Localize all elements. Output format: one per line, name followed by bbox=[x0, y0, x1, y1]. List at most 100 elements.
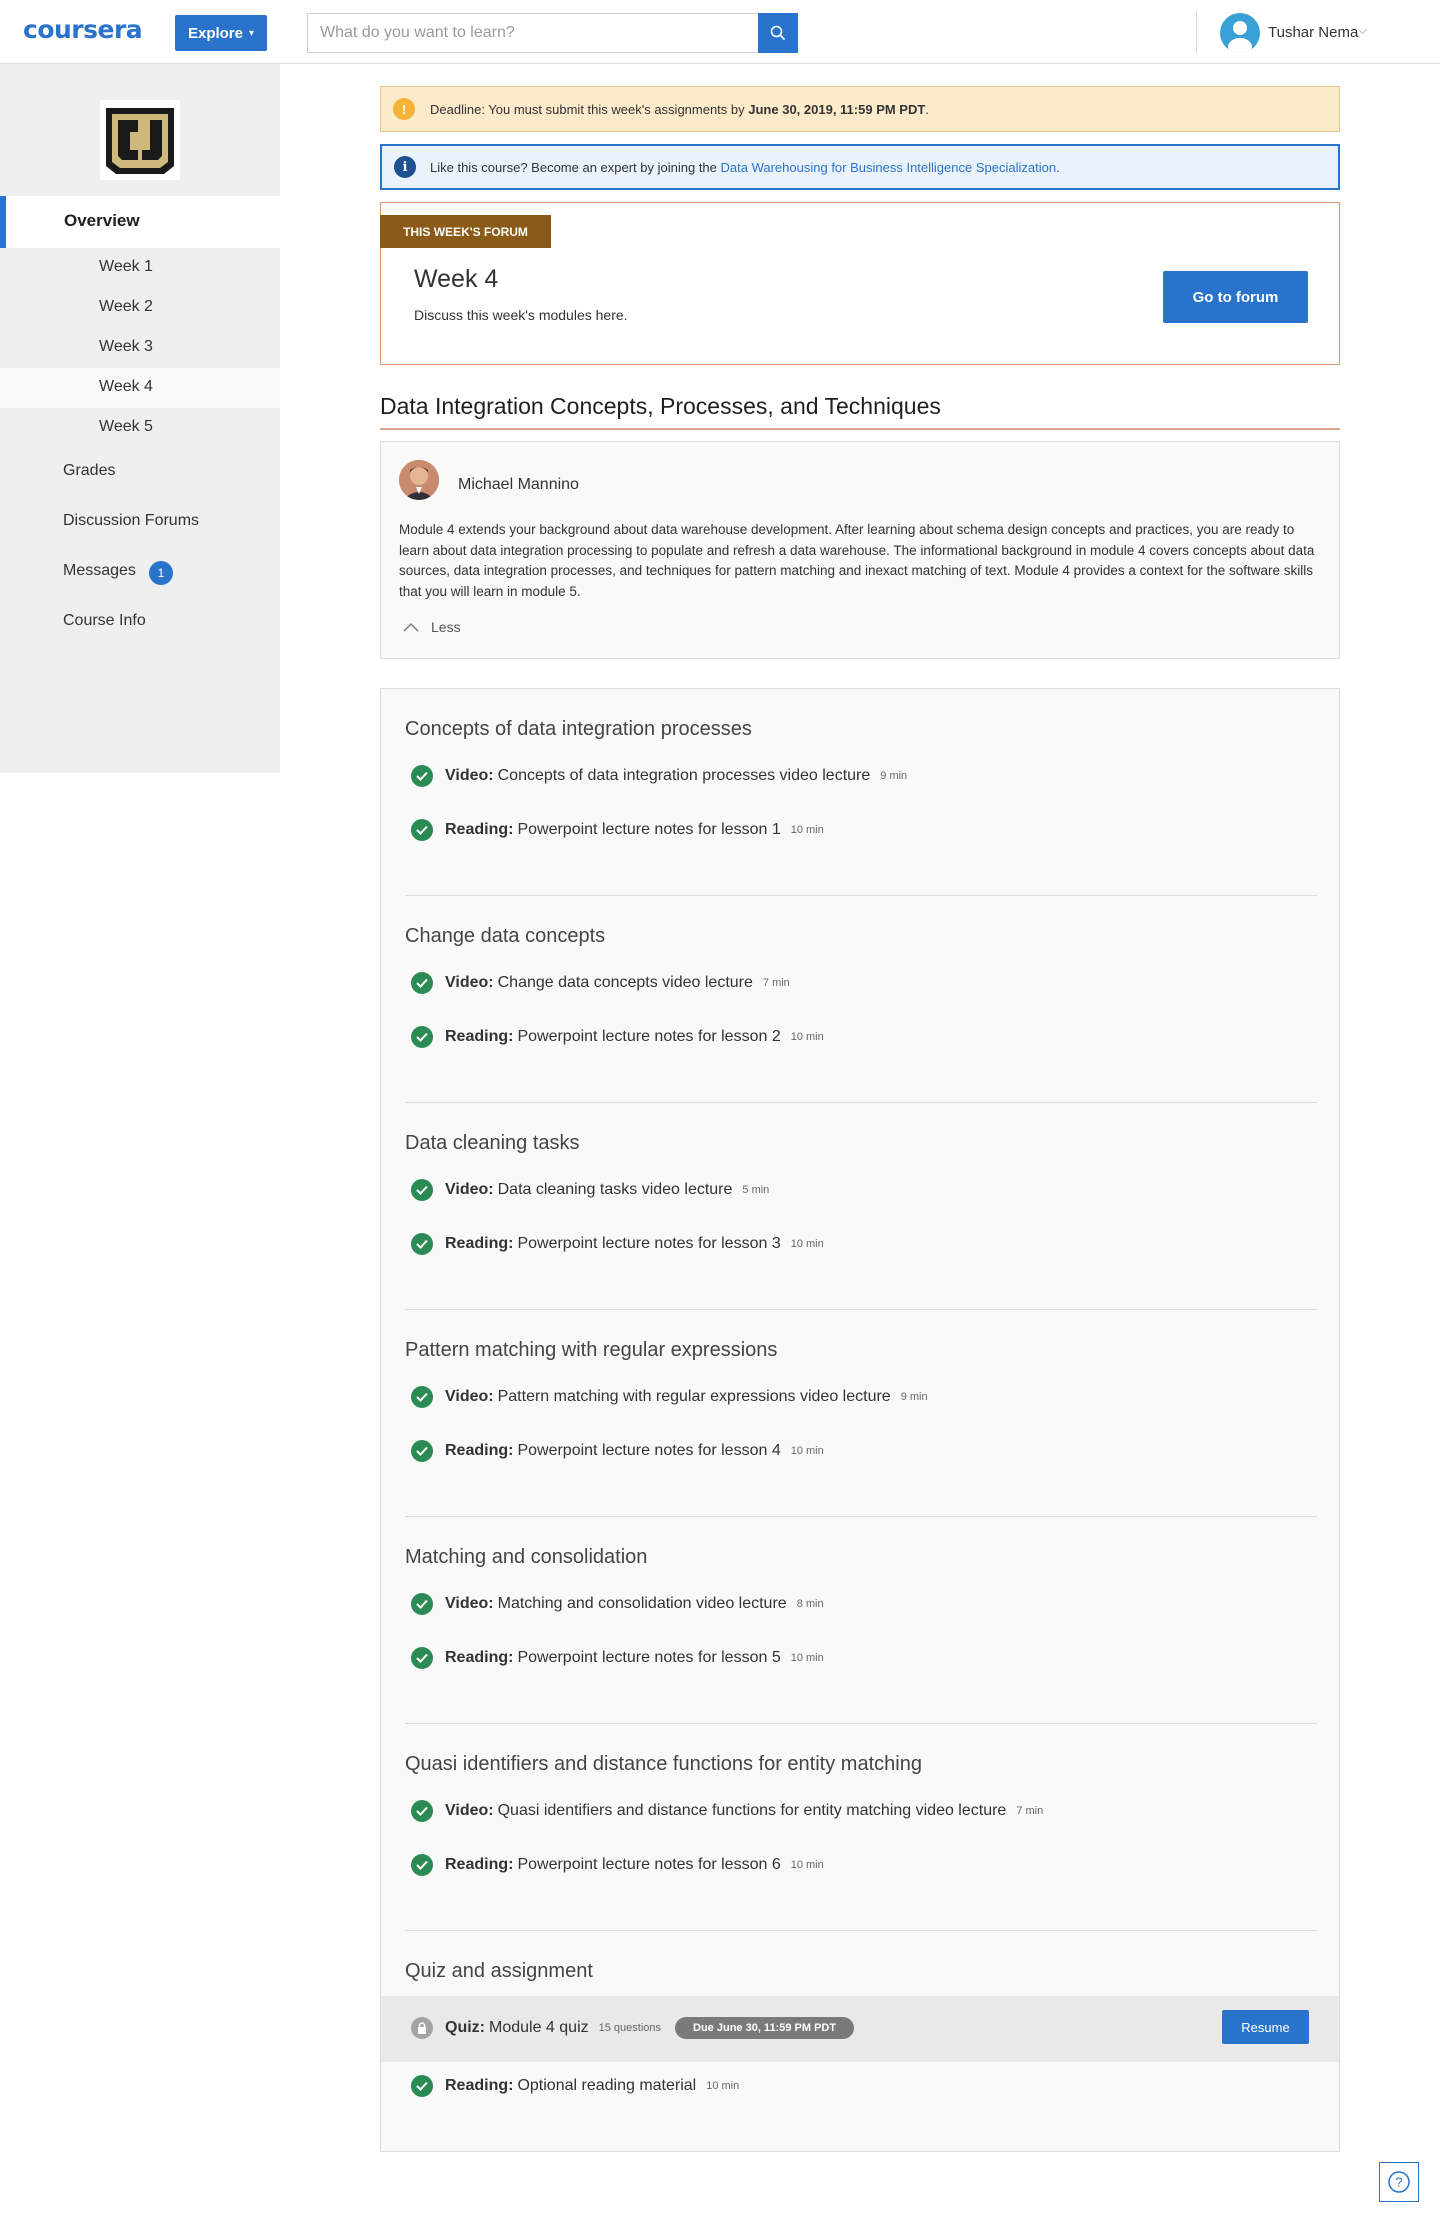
item-duration: 10 min bbox=[790, 1859, 824, 1871]
item-type: Reading: bbox=[445, 1649, 514, 1666]
user-icon bbox=[1228, 21, 1252, 53]
sidebar-item-week-5[interactable]: Week 5 bbox=[0, 408, 280, 448]
user-avatar[interactable] bbox=[1220, 13, 1260, 53]
item-duration: 10 min bbox=[706, 2080, 740, 2092]
info-text: Like this course? Become an expert by jo… bbox=[430, 160, 1060, 175]
specialization-banner: i Like this course? Become an expert by … bbox=[380, 144, 1340, 190]
warning-icon: ! bbox=[393, 98, 415, 120]
sidebar-item-messages[interactable]: Messages bbox=[63, 562, 136, 580]
chevron-up-icon bbox=[403, 623, 419, 632]
lesson-title: Quiz and assignment bbox=[405, 1960, 593, 1982]
quiz-item[interactable]: Quiz: Module 4 quiz 15 questions Due June … bbox=[411, 2017, 855, 2039]
explore-label: Explore bbox=[187, 24, 243, 42]
lesson-item[interactable]: Reading: Powerpoint lecture notes for les… bbox=[411, 819, 824, 841]
sidebar-item-overview[interactable]: Overview bbox=[0, 196, 280, 248]
search-button[interactable] bbox=[758, 13, 798, 53]
forum-tag: THIS WEEK'S FORUM bbox=[380, 215, 551, 248]
instructor-photo-icon bbox=[399, 460, 439, 500]
check-circle-icon bbox=[411, 1026, 433, 1048]
item-type: Reading: bbox=[445, 1028, 514, 1045]
show-less-button[interactable]: Less bbox=[403, 619, 461, 635]
course-sidebar: Overview Week 1 Week 2 Week 3 Week 4 Wee… bbox=[0, 64, 280, 773]
sidebar-item-week-2[interactable]: Week 2 bbox=[0, 288, 280, 328]
item-type: Reading: bbox=[445, 1856, 514, 1873]
quiz-question-count: 15 questions bbox=[598, 2022, 662, 2034]
lesson-item[interactable]: Video: Quasi identifiers and distance fun… bbox=[411, 1800, 1043, 1822]
search-input[interactable] bbox=[307, 13, 758, 53]
item-duration: 9 min bbox=[880, 770, 908, 782]
lesson-divider bbox=[405, 1930, 1317, 1931]
coursera-logo[interactable]: coursera bbox=[23, 15, 143, 44]
lesson-item[interactable]: Reading: Powerpoint lecture notes for les… bbox=[411, 1233, 824, 1255]
item-name: Powerpoint lecture notes for lesson 1 bbox=[517, 821, 781, 838]
messages-count-badge: 1 bbox=[149, 561, 173, 585]
help-button[interactable]: ? bbox=[1379, 2162, 1419, 2202]
search-icon bbox=[770, 25, 786, 41]
forum-title: Week 4 bbox=[414, 265, 499, 293]
instructor-name: Michael Mannino bbox=[458, 476, 579, 493]
module-description-card: Michael Mannino Module 4 extends your ba… bbox=[380, 441, 1340, 659]
resume-quiz-button[interactable]: Resume bbox=[1222, 2010, 1309, 2044]
info-suffix: . bbox=[1056, 159, 1060, 175]
sidebar-item-label: Week 5 bbox=[99, 418, 153, 435]
sidebar-item-week-3[interactable]: Week 3 bbox=[0, 328, 280, 368]
user-name[interactable]: Tushar Nema bbox=[1268, 24, 1358, 41]
sidebar-item-week-1[interactable]: Week 1 bbox=[0, 248, 280, 288]
quiz-row: Quiz: Module 4 quiz 15 questions Due June … bbox=[381, 1996, 1339, 2062]
lesson-item[interactable]: Video: Data cleaning tasks video lecture 5… bbox=[411, 1179, 769, 1201]
lesson-title: Change data concepts bbox=[405, 925, 606, 947]
item-name: Change data concepts video lecture bbox=[497, 974, 753, 991]
university-logo[interactable] bbox=[100, 100, 180, 180]
lesson-item[interactable]: Reading: Powerpoint lecture notes for les… bbox=[411, 1647, 824, 1669]
lock-icon bbox=[411, 2017, 433, 2039]
lesson-item[interactable]: Reading: Powerpoint lecture notes for les… bbox=[411, 1440, 824, 1462]
lessons-list: Concepts of data integration processes V… bbox=[380, 688, 1340, 2152]
sidebar-item-grades[interactable]: Grades bbox=[63, 462, 115, 480]
svg-text:?: ? bbox=[1395, 2175, 1402, 2190]
deadline-suffix: . bbox=[925, 101, 929, 117]
item-type: Reading: bbox=[445, 1235, 514, 1252]
lesson-title: Quasi identifiers and distance functions… bbox=[405, 1753, 922, 1775]
explore-button[interactable]: Explore ▾ bbox=[175, 15, 267, 51]
item-name: Powerpoint lecture notes for lesson 6 bbox=[517, 1856, 781, 1873]
module-title: Data Integration Concepts, Processes, an… bbox=[380, 393, 941, 419]
lesson-item[interactable]: Video: Matching and consolidation video l… bbox=[411, 1593, 824, 1615]
deadline-banner: ! Deadline: You must submit this week's … bbox=[380, 86, 1340, 132]
lesson-item[interactable]: Video: Concepts of data integration proce… bbox=[411, 765, 907, 787]
sidebar-item-week-4[interactable]: Week 4 bbox=[0, 368, 280, 408]
show-less-label: Less bbox=[431, 619, 461, 635]
check-circle-icon bbox=[411, 1593, 433, 1615]
item-name: Concepts of data integration processes v… bbox=[497, 767, 871, 784]
item-duration: 5 min bbox=[742, 1184, 770, 1196]
go-to-forum-button[interactable]: Go to forum bbox=[1163, 271, 1308, 323]
item-type: Video: bbox=[445, 1181, 494, 1198]
item-name: Data cleaning tasks video lecture bbox=[497, 1181, 733, 1198]
lesson-item[interactable]: Reading: Powerpoint lecture notes for les… bbox=[411, 1854, 824, 1876]
deadline-date: June 30, 2019, 11:59 PM PDT bbox=[748, 101, 926, 117]
sidebar-item-course-info[interactable]: Course Info bbox=[63, 612, 146, 630]
lesson-item[interactable]: Reading: Optional reading material 10 min bbox=[411, 2075, 739, 2097]
specialization-link[interactable]: Data Warehousing for Business Intelligen… bbox=[721, 160, 1057, 175]
lesson-title: Pattern matching with regular expression… bbox=[405, 1339, 778, 1361]
item-name: Powerpoint lecture notes for lesson 5 bbox=[517, 1649, 781, 1666]
lesson-item[interactable]: Video: Change data concepts video lecture… bbox=[411, 972, 790, 994]
forum-subtitle: Discuss this week's modules here. bbox=[414, 307, 628, 323]
sidebar-item-discussion-forums[interactable]: Discussion Forums bbox=[63, 512, 199, 530]
help-icon: ? bbox=[1388, 2171, 1410, 2193]
lesson-divider bbox=[405, 895, 1317, 896]
item-duration: 7 min bbox=[1016, 1805, 1044, 1817]
header-divider bbox=[1196, 12, 1197, 52]
item-name: Optional reading material bbox=[517, 2077, 697, 2094]
lesson-divider bbox=[405, 1309, 1317, 1310]
lesson-item[interactable]: Reading: Powerpoint lecture notes for les… bbox=[411, 1026, 824, 1048]
check-circle-icon bbox=[411, 765, 433, 787]
check-circle-icon bbox=[411, 1854, 433, 1876]
lesson-item[interactable]: Video: Pattern matching with regular expr… bbox=[411, 1386, 928, 1408]
due-date-badge: Due June 30, 11:59 PM PDT bbox=[675, 2017, 855, 2039]
lesson-divider bbox=[405, 1723, 1317, 1724]
item-duration: 10 min bbox=[790, 1238, 824, 1250]
chevron-down-icon[interactable]: ⌵ bbox=[1358, 23, 1367, 38]
item-name: Matching and consolidation video lecture bbox=[497, 1595, 787, 1612]
week-forum-card: THIS WEEK'S FORUM Week 4 Discuss this we… bbox=[380, 202, 1340, 365]
sidebar-item-label: Week 2 bbox=[99, 298, 153, 315]
